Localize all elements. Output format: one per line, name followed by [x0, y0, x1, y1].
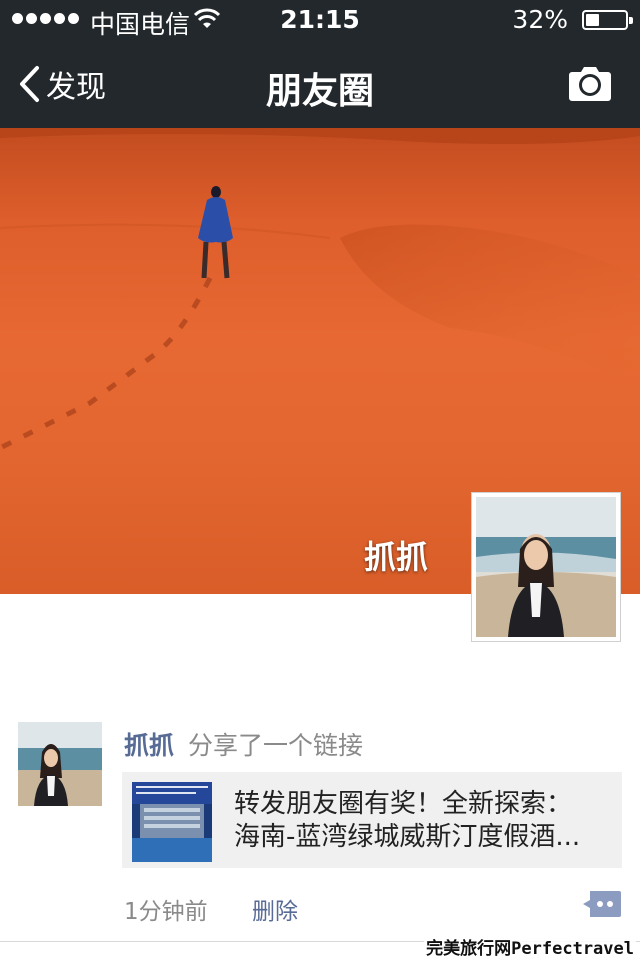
avatar	[476, 497, 616, 637]
link-thumbnail	[132, 782, 212, 862]
battery-fill	[586, 14, 600, 26]
link-title-line-1: 转发朋友圈有奖！全新探索：	[234, 789, 573, 819]
status-bar: 中国电信 21:15 32%	[0, 0, 640, 40]
link-title-line-2: 海南-蓝湾绿城威斯汀度假酒...	[234, 822, 581, 852]
walker-figure	[198, 186, 233, 279]
post-author[interactable]: 抓抓	[124, 731, 174, 760]
page-title: 朋友圈	[265, 71, 374, 112]
link-title: 转发朋友圈有奖！全新探索： 海南-蓝湾绿城威斯汀度假酒...	[234, 788, 610, 854]
watermark: 完美旅行网Perfectravel	[424, 934, 636, 959]
shared-link-card[interactable]: 转发朋友圈有奖！全新探索： 海南-蓝湾绿城威斯汀度假酒...	[122, 772, 622, 868]
nav-bar: 发现 朋友圈	[0, 40, 640, 128]
battery-percent: 32%	[512, 5, 568, 34]
delete-button[interactable]: 删除	[252, 892, 298, 926]
post-action: 分享了一个链接	[188, 731, 364, 760]
camera-icon[interactable]	[568, 64, 612, 102]
comment-icon[interactable]	[582, 890, 622, 918]
post-header: 抓抓 分享了一个链接	[124, 726, 363, 762]
profile-avatar[interactable]	[471, 492, 621, 642]
post-avatar[interactable]	[18, 722, 102, 806]
post-timestamp: 1分钟前	[124, 899, 208, 925]
avatar	[18, 722, 102, 806]
battery-icon	[582, 10, 633, 30]
profile-name: 抓抓	[363, 538, 428, 576]
